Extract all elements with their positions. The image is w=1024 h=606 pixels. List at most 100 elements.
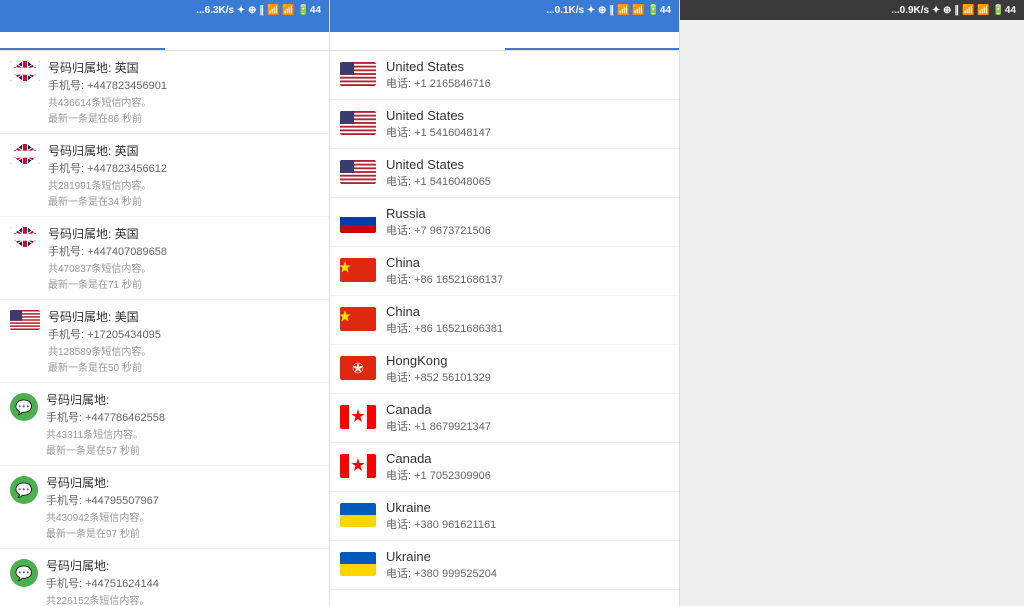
phone-info: Ukraine 电话: +380 961621161 (386, 500, 669, 532)
left-item-time: 最新一条是在34 秒前 (48, 193, 319, 208)
phone-number: 电话: +1 5416048147 (386, 124, 669, 140)
left-item-info: 号码归属地: 手机号: +447786462558 共43311条短信内容。 最… (46, 391, 319, 457)
phone-info: United States 电话: +1 2165846716 (386, 59, 669, 91)
left-status-info: ...6.3K/s ✦ ⊕ ∥ 📶 📶 🔋44 (196, 5, 321, 16)
phone-country: HongKong (386, 353, 669, 368)
phone-country: United States (386, 59, 669, 74)
phone-info: Ukraine 电话: +380 999525204 (386, 549, 669, 581)
left-item-count: 共430942条短信内容。 (46, 509, 319, 524)
chat-icon: 💬 (10, 393, 38, 421)
phone-number: 电话: +1 5416048065 (386, 173, 669, 189)
phone-number: 电话: +1 2165846716 (386, 75, 669, 91)
middle-list-item[interactable]: United States 电话: +1 5416048065 (330, 149, 679, 198)
left-item-title: 号码归属地: (46, 474, 319, 491)
phone-country: China (386, 304, 669, 319)
left-item-count: 共128589条短信内容。 (48, 343, 319, 358)
middle-list-item[interactable]: Canada 电话: +1 8679921347 (330, 394, 679, 443)
left-tab-2[interactable] (165, 32, 330, 50)
left-item-time: 最新一条是在86 秒前 (48, 110, 319, 125)
left-item-info: 号码归属地: 英国 手机号: +447823456901 共436614条短信内… (48, 59, 319, 125)
middle-tab-1[interactable] (330, 32, 505, 50)
middle-list-item[interactable]: China 电话: +86 16521686137 (330, 247, 679, 296)
left-item-time: 最新一条是在71 秒前 (48, 276, 319, 291)
left-item-count: 共281991条短信内容。 (48, 177, 319, 192)
ca-flag-icon (340, 405, 376, 429)
middle-list-item[interactable]: Ukraine 电话: +380 961621161 (330, 492, 679, 541)
middle-list-item[interactable]: HongKong 电话: +852 56101329 (330, 345, 679, 394)
left-item-title: 号码归属地: (46, 557, 319, 574)
left-panel: ...6.3K/s ✦ ⊕ ∥ 📶 📶 🔋44 号码归属地: 英国 手机号: +… (0, 0, 330, 606)
left-list-item[interactable]: 💬 号码归属地: 手机号: +447786462558 共43311条短信内容。… (0, 383, 329, 466)
phone-number: 电话: +7 9673721506 (386, 222, 669, 238)
right-status-info: ...0.9K/s ✦ ⊕ ∥ 📶 📶 🔋44 (891, 5, 1016, 16)
phone-info: Russia 电话: +7 9673721506 (386, 206, 669, 238)
phone-country: Russia (386, 206, 669, 221)
cn-flag-icon (340, 307, 376, 331)
ca-flag-icon (340, 454, 376, 478)
middle-status-bar: ...0.1K/s ✦ ⊕ ∥ 📶 📶 🔋44 (330, 0, 679, 20)
left-item-phone: 手机号: +447823456901 (48, 77, 319, 93)
middle-list-item[interactable]: United States 电话: +1 2165846716 (330, 51, 679, 100)
left-tabs (0, 32, 329, 51)
us-flag-icon (10, 310, 40, 330)
left-list-item[interactable]: 💬 号码归属地: 手机号: +44751624144 共226152条短信内容。 (0, 549, 329, 606)
middle-list-item[interactable]: Canada 电话: +1 7052309906 (330, 443, 679, 492)
middle-list-item[interactable]: Ukraine 电话: +380 999525204 (330, 541, 679, 590)
phone-info: China 电话: +86 16521686137 (386, 255, 669, 287)
phone-info: Canada 电话: +1 8679921347 (386, 402, 669, 434)
uk-flag-icon (10, 144, 40, 164)
middle-list-item[interactable]: United States 电话: +1 5416048147 (330, 100, 679, 149)
left-item-phone: 手机号: +447823456612 (48, 160, 319, 176)
left-item-title: 号码归属地: 英国 (48, 225, 319, 242)
middle-tabs (330, 32, 679, 51)
phone-country: United States (386, 157, 669, 172)
phone-country: United States (386, 108, 669, 123)
left-item-count: 共436614条短信内容。 (48, 94, 319, 109)
right-status-bar: ...0.9K/s ✦ ⊕ ∥ 📶 📶 🔋44 (680, 0, 1024, 20)
left-item-info: 号码归属地: 手机号: +44795507967 共430942条短信内容。 最… (46, 474, 319, 540)
left-tab-1[interactable] (0, 32, 165, 50)
left-item-time: 最新一条是在57 秒前 (46, 442, 319, 457)
left-status-bar: ...6.3K/s ✦ ⊕ ∥ 📶 📶 🔋44 (0, 0, 329, 20)
left-list-item[interactable]: 号码归属地: 英国 手机号: +447823456901 共436614条短信内… (0, 51, 329, 134)
cn-flag-icon (340, 258, 376, 282)
middle-tab-2[interactable] (505, 32, 680, 50)
middle-list-item[interactable]: Russia 电话: +7 9673721506 (330, 198, 679, 247)
phone-country: Ukraine (386, 500, 669, 515)
left-app-title (0, 20, 329, 32)
phone-number: 电话: +1 7052309906 (386, 467, 669, 483)
left-item-phone: 手机号: +44751624144 (46, 575, 319, 591)
phone-number: 电话: +86 16521686137 (386, 271, 669, 287)
left-list-item[interactable]: 号码归属地: 美国 手机号: +17205434095 共128589条短信内容… (0, 300, 329, 383)
left-item-phone: 手机号: +447407089658 (48, 243, 319, 259)
left-item-time: 最新一条是在97 秒前 (46, 525, 319, 540)
left-item-title: 号码归属地: (46, 391, 319, 408)
phone-country: China (386, 255, 669, 270)
middle-phone-list: United States 电话: +1 2165846716 United S… (330, 51, 679, 606)
us-flag-icon (340, 111, 376, 135)
left-item-info: 号码归属地: 英国 手机号: +447823456612 共281991条短信内… (48, 142, 319, 208)
message-list (680, 20, 1024, 606)
left-list-item[interactable]: 号码归属地: 英国 手机号: +447823456612 共281991条短信内… (0, 134, 329, 217)
uk-flag-icon (10, 227, 40, 247)
middle-list-item[interactable]: China 电话: +86 16521686381 (330, 296, 679, 345)
phone-info: Canada 电话: +1 7052309906 (386, 451, 669, 483)
phone-info: United States 电话: +1 5416048065 (386, 157, 669, 189)
phone-number: 电话: +380 999525204 (386, 565, 669, 581)
left-item-phone: 手机号: +17205434095 (48, 326, 319, 342)
left-item-title: 号码归属地: 英国 (48, 142, 319, 159)
chat-icon: 💬 (10, 476, 38, 504)
left-list-item[interactable]: 号码归属地: 英国 手机号: +447407089658 共470837条短信内… (0, 217, 329, 300)
phone-country: Ukraine (386, 549, 669, 564)
middle-panel: ...0.1K/s ✦ ⊕ ∥ 📶 📶 🔋44 United States 电话… (330, 0, 680, 606)
left-list-item[interactable]: 💬 号码归属地: 手机号: +44795507967 共430942条短信内容。… (0, 466, 329, 549)
phone-country: Canada (386, 451, 669, 466)
phone-number: 电话: +1 8679921347 (386, 418, 669, 434)
ru-flag-icon (340, 209, 376, 233)
left-phone-list: 号码归属地: 英国 手机号: +447823456901 共436614条短信内… (0, 51, 329, 606)
ua-flag-icon (340, 552, 376, 576)
left-item-info: 号码归属地: 手机号: +44751624144 共226152条短信内容。 (46, 557, 319, 606)
left-item-time: 最新一条是在50 秒前 (48, 359, 319, 374)
left-item-info: 号码归属地: 美国 手机号: +17205434095 共128589条短信内容… (48, 308, 319, 374)
left-item-title: 号码归属地: 英国 (48, 59, 319, 76)
